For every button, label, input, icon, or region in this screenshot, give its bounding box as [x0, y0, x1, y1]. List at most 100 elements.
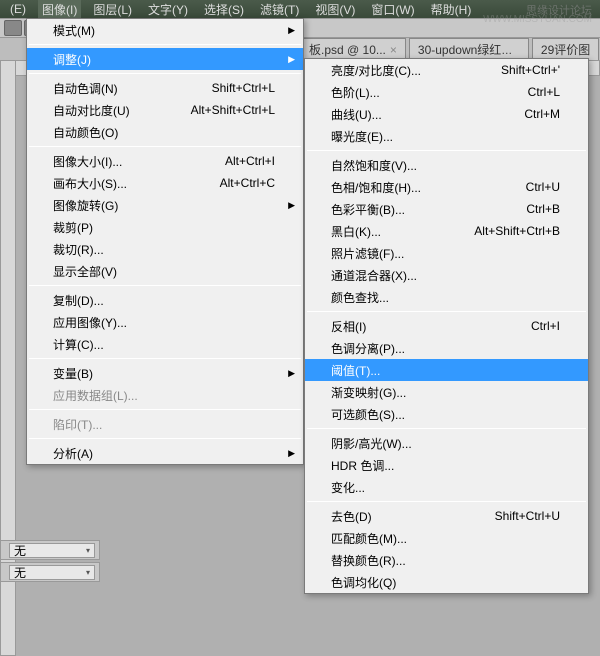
menu-item-label: 分析(A) — [53, 445, 275, 462]
image-menu-item: 应用数据组(L)... — [27, 384, 303, 406]
submenu-arrow-icon: ▶ — [288, 25, 295, 36]
menu-item-label: 模式(M) — [53, 22, 275, 39]
adjustments-item[interactable]: 曝光度(E)... — [305, 125, 588, 147]
image-menu-item[interactable]: 分析(A) ▶ — [27, 442, 303, 464]
menu-text[interactable]: 文字(Y) — [144, 0, 192, 19]
menu-help[interactable]: 帮助(H) — [427, 0, 476, 19]
adjustments-item[interactable]: HDR 色调... — [305, 454, 588, 476]
image-menu-item[interactable]: 模式(M) ▶ — [27, 19, 303, 41]
image-menu-item: 陷印(T)... — [27, 413, 303, 435]
tab-label: 板.psd @ 10... — [309, 43, 386, 57]
menu-item-label: 画布大小(S)... — [53, 175, 210, 192]
adjustments-item[interactable]: 色彩平衡(B)...Ctrl+B — [305, 198, 588, 220]
close-icon[interactable]: × — [390, 43, 397, 57]
menu-item-label: 裁切(R)... — [53, 241, 275, 258]
menu-separator — [307, 311, 586, 312]
menu-item-label: 反相(I) — [331, 318, 521, 335]
image-menu-item[interactable]: 计算(C)... — [27, 333, 303, 355]
document-tab[interactable]: 30-updown绿红黄色.psd× — [409, 38, 529, 60]
image-menu-item[interactable]: 显示全部(V) — [27, 260, 303, 282]
side-panel: 无▾ 无▾ — [0, 540, 100, 584]
image-menu-item[interactable]: 应用图像(Y)... — [27, 311, 303, 333]
menu-item-label: 色调分离(P)... — [331, 340, 560, 357]
watermark-url: WWW.MISSYUAN.COM — [483, 14, 592, 25]
shortcut-label: Ctrl+L — [528, 85, 560, 99]
adjustments-item[interactable]: 自然饱和度(V)... — [305, 154, 588, 176]
image-menu-item[interactable]: 自动对比度(U)Alt+Shift+Ctrl+L — [27, 99, 303, 121]
image-menu-item[interactable]: 裁剪(P) — [27, 216, 303, 238]
shortcut-label: Shift+Ctrl+L — [212, 81, 275, 95]
adjustments-item[interactable]: 色阶(L)...Ctrl+L — [305, 81, 588, 103]
menu-item-label: 匹配颜色(M)... — [331, 530, 560, 547]
menu-item-label: 照片滤镜(F)... — [331, 245, 560, 262]
menu-separator — [29, 44, 301, 45]
image-menu-item[interactable]: 变量(B)▶ — [27, 362, 303, 384]
menu-separator — [29, 409, 301, 410]
menu-item-label: 阈值(T)... — [331, 362, 560, 379]
menu-item-label: HDR 色调... — [331, 457, 560, 474]
adjustments-item[interactable]: 亮度/对比度(C)...Shift+Ctrl+' — [305, 59, 588, 81]
image-menu-item[interactable]: 自动颜色(O) — [27, 121, 303, 143]
menu-item-label: 自动颜色(O) — [53, 124, 275, 141]
shortcut-label: Alt+Shift+Ctrl+B — [474, 224, 560, 238]
menu-layer[interactable]: 图层(L) — [89, 0, 136, 19]
adjustments-item[interactable]: 通道混合器(X)... — [305, 264, 588, 286]
adjustments-item[interactable]: 色调均化(Q) — [305, 571, 588, 593]
adjustments-item[interactable]: 黑白(K)... Alt+Shift+Ctrl+B — [305, 220, 588, 242]
adjustments-item[interactable]: 曲线(U)...Ctrl+M — [305, 103, 588, 125]
image-menu-item[interactable]: 调整(J)▶ — [27, 48, 303, 70]
submenu-arrow-icon: ▶ — [288, 200, 295, 211]
menu-image[interactable]: 图像(I) — [38, 0, 81, 19]
adjustments-item[interactable]: 反相(I)Ctrl+I — [305, 315, 588, 337]
menu-item-label: 颜色查找... — [331, 289, 560, 306]
tool-icon[interactable] — [4, 20, 22, 36]
image-menu-item[interactable]: 画布大小(S)... Alt+Ctrl+C — [27, 172, 303, 194]
adjustments-item[interactable]: 去色(D)Shift+Ctrl+U — [305, 505, 588, 527]
dropdown[interactable]: 无▾ — [9, 565, 95, 580]
menu-filter[interactable]: 滤镜(T) — [256, 0, 303, 19]
submenu-arrow-icon: ▶ — [288, 448, 295, 459]
adjustments-item[interactable]: 替换颜色(R)... — [305, 549, 588, 571]
menu-item-label: 裁剪(P) — [53, 219, 275, 236]
image-menu-item[interactable]: 图像旋转(G)▶ — [27, 194, 303, 216]
menu-separator — [307, 150, 586, 151]
menu-item-label: 自动色调(N) — [53, 80, 202, 97]
image-menu-item[interactable]: 图像大小(I)...Alt+Ctrl+I — [27, 150, 303, 172]
adjustments-item[interactable]: 渐变映射(G)... — [305, 381, 588, 403]
menu-separator — [29, 146, 301, 147]
adjustments-item[interactable]: 阴影/高光(W)... — [305, 432, 588, 454]
menu-separator — [29, 438, 301, 439]
adjustments-item[interactable]: 匹配颜色(M)... — [305, 527, 588, 549]
image-menu-item[interactable]: 裁切(R)... — [27, 238, 303, 260]
menu-item-label: 黑白(K)... — [331, 223, 464, 240]
menu-item-label: 变化... — [331, 479, 560, 496]
menu-edit[interactable]: (E) — [6, 1, 30, 17]
shortcut-label: Shift+Ctrl+' — [501, 63, 560, 77]
menu-select[interactable]: 选择(S) — [200, 0, 248, 19]
submenu-arrow-icon: ▶ — [288, 368, 295, 379]
menu-separator — [29, 358, 301, 359]
adjustments-item[interactable]: 变化... — [305, 476, 588, 498]
shortcut-label: Alt+Ctrl+C — [220, 176, 275, 190]
menu-item-label: 色彩平衡(B)... — [331, 201, 516, 218]
adjustments-item[interactable]: 可选颜色(S)... — [305, 403, 588, 425]
document-tab[interactable]: 板.psd @ 10... × — [300, 38, 406, 60]
image-menu-item[interactable]: 复制(D)... — [27, 289, 303, 311]
adjustments-item[interactable]: 色相/饱和度(H)...Ctrl+U — [305, 176, 588, 198]
dropdown[interactable]: 无▾ — [9, 543, 95, 558]
adjustments-item[interactable]: 色调分离(P)... — [305, 337, 588, 359]
menu-item-label: 曝光度(E)... — [331, 128, 560, 145]
menu-window[interactable]: 窗口(W) — [367, 0, 418, 19]
shortcut-label: Shift+Ctrl+U — [495, 509, 560, 523]
document-tab[interactable]: 29评价图 — [532, 38, 599, 60]
image-menu-item[interactable]: 自动色调(N) Shift+Ctrl+L — [27, 77, 303, 99]
menu-view[interactable]: 视图(V) — [311, 0, 359, 19]
panel-row: 无▾ — [0, 540, 100, 560]
menu-item-label: 应用图像(Y)... — [53, 314, 275, 331]
adjustments-item[interactable]: 照片滤镜(F)... — [305, 242, 588, 264]
adjustments-item[interactable]: 颜色查找... — [305, 286, 588, 308]
adjustments-item[interactable]: 阈值(T)... — [305, 359, 588, 381]
shortcut-label: Alt+Shift+Ctrl+L — [191, 103, 275, 117]
chevron-down-icon: ▾ — [86, 568, 90, 577]
panel-row: 无▾ — [0, 562, 100, 582]
